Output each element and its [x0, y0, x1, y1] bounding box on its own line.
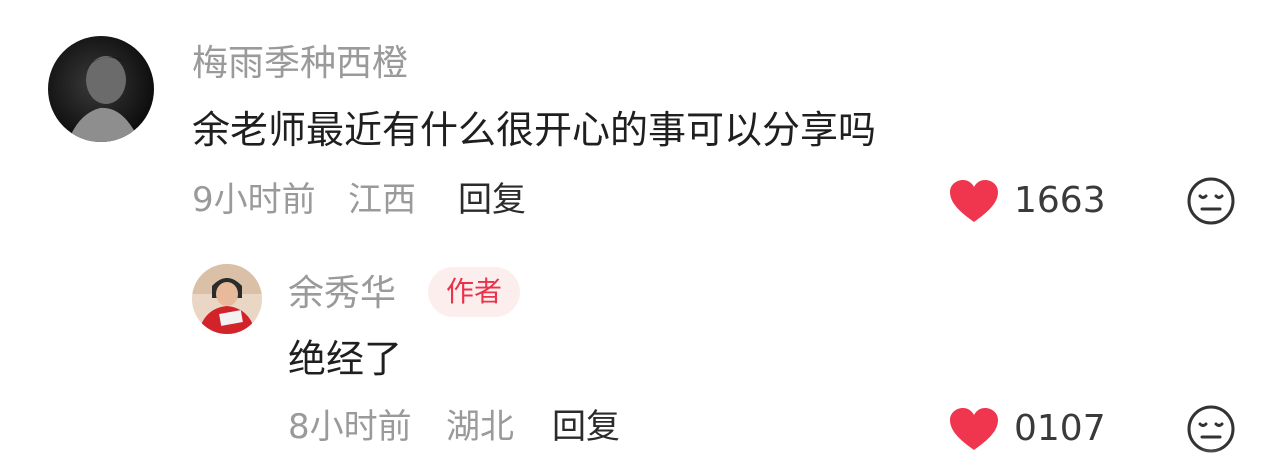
meh-face-icon — [1187, 405, 1235, 453]
like-button[interactable]: 0107 — [948, 406, 1106, 452]
like-count: 1663 — [1014, 180, 1106, 221]
avatar-photo — [192, 264, 262, 334]
bottom-fade-overlay — [0, 448, 1284, 476]
user-avatar[interactable] — [192, 264, 262, 334]
like-count: 0107 — [1014, 408, 1106, 449]
dislike-button[interactable] — [1186, 176, 1236, 230]
user-avatar[interactable] — [48, 36, 154, 142]
reply-username[interactable]: 余秀华 — [288, 272, 396, 316]
reply-time: 8小时前 — [288, 407, 412, 447]
reply-button[interactable]: 回复 — [458, 179, 526, 221]
reply-item: 余秀华 作者 绝经了 8小时前 湖北 回复 0107 — [0, 240, 1284, 476]
comment-time: 9小时前 — [192, 180, 316, 220]
comment-text: 余老师最近有什么很开心的事可以分享吗 — [192, 108, 877, 152]
reply-location: 湖北 — [446, 407, 514, 447]
author-badge: 作者 — [428, 267, 521, 317]
reply-text: 绝经了 — [288, 337, 403, 381]
heart-icon — [950, 408, 998, 450]
comment-username[interactable]: 梅雨季种西橙 — [192, 42, 408, 86]
avatar-photo — [48, 36, 154, 142]
meh-face-icon — [1187, 177, 1235, 225]
like-button[interactable]: 1663 — [948, 178, 1106, 224]
reply-button[interactable]: 回复 — [552, 406, 620, 448]
comment-location: 江西 — [348, 180, 416, 220]
comment-item: 梅雨季种西橙 余老师最近有什么很开心的事可以分享吗 9小时前 江西 回复 166… — [0, 0, 1284, 240]
heart-icon — [950, 180, 998, 222]
